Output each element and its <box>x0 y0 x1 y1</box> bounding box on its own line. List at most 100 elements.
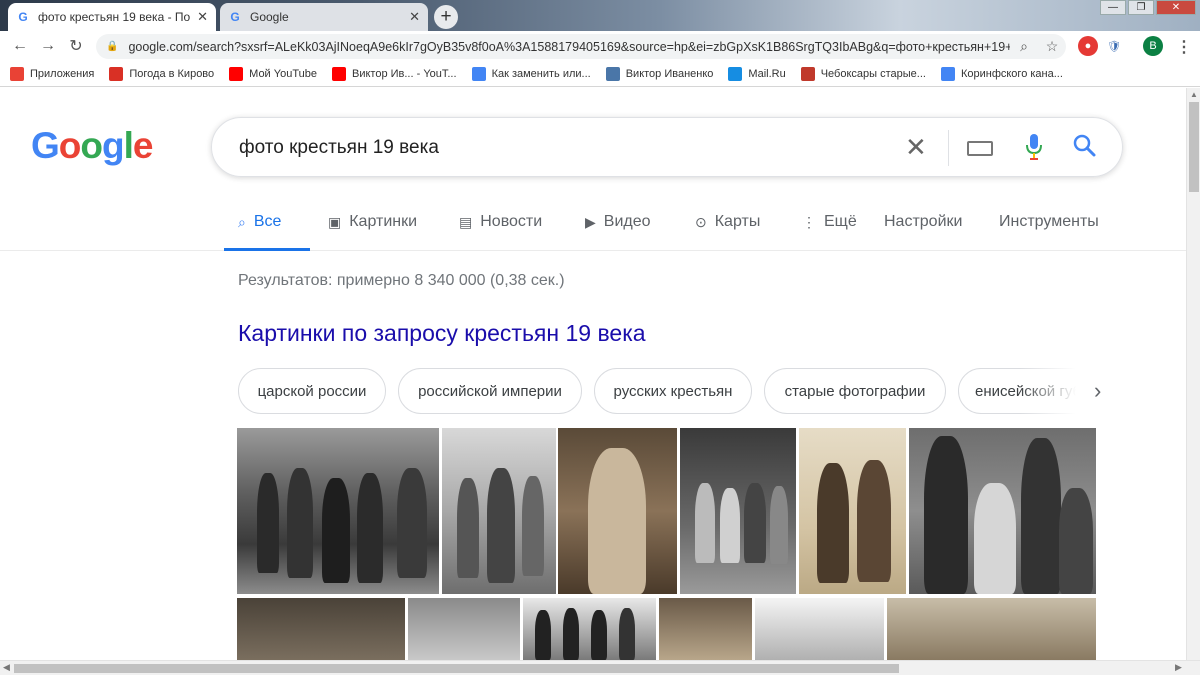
google-favicon-icon: G <box>230 10 240 24</box>
search-divider <box>948 130 949 166</box>
thermometer-icon <box>109 66 124 81</box>
image-thumbnail[interactable] <box>558 428 677 594</box>
tab-label: Все <box>253 213 282 230</box>
image-thumbnail[interactable] <box>909 428 1096 594</box>
profile-avatar[interactable]: B <box>1143 36 1163 56</box>
bookmark-item[interactable]: Погода в Кирово <box>109 66 215 81</box>
bookmark-item[interactable]: Мой YouTube <box>229 66 317 81</box>
bookmark-item[interactable]: Коринфского кана... <box>940 66 1063 81</box>
bookmarks-bar: Приложения Погода в Кирово Мой YouTube Викт… <box>0 61 1200 87</box>
tab-more[interactable]: ⋮ Ещё <box>802 213 857 231</box>
logo-letter: o <box>80 125 103 166</box>
search-tab-icon: ⌕ <box>238 213 246 230</box>
back-button[interactable]: ← <box>6 37 34 55</box>
lock-icon: 🔒 <box>106 41 119 52</box>
scroll-right-icon[interactable]: ▶ <box>1175 662 1182 673</box>
tab-close-icon[interactable]: ✕ <box>197 9 208 25</box>
microphone-icon[interactable] <box>1023 132 1045 162</box>
vertical-scrollbar[interactable]: ▲ <box>1186 88 1200 660</box>
tab-images[interactable]: ▣ Картинки <box>328 213 417 231</box>
image-thumbnail[interactable] <box>680 428 796 594</box>
google-icon <box>940 66 955 81</box>
logo-letter: g <box>102 125 125 166</box>
search-box[interactable]: фото крестьян 19 века ✕ <box>211 117 1123 177</box>
tab-maps[interactable]: ⊙ Карты <box>695 213 760 231</box>
bookmark-label: Виктор Ив... - YouT... <box>352 67 457 80</box>
keyboard-icon[interactable] <box>967 141 993 156</box>
tab-google[interactable]: G Google ✕ <box>220 3 428 31</box>
browser-menu-icon[interactable]: ⋮ <box>1176 37 1192 57</box>
result-stats: Результатов: примерно 8 340 000 (0,38 се… <box>238 272 565 289</box>
scrollbar-thumb[interactable] <box>1189 102 1199 192</box>
image-thumbnail[interactable] <box>237 598 405 660</box>
more-dots-icon: ⋮ <box>802 213 816 230</box>
clear-icon[interactable]: ✕ <box>905 132 927 163</box>
bookmark-star-icon[interactable]: ☆ <box>1038 38 1066 55</box>
google-icon <box>471 66 486 81</box>
image-thumbnail[interactable] <box>523 598 656 660</box>
image-thumbnail[interactable] <box>755 598 884 660</box>
logo-letter: e <box>132 125 154 166</box>
window-close-button[interactable]: ✕ <box>1156 0 1196 15</box>
window-controls: — ❐ ✕ <box>1100 0 1196 16</box>
tab-all[interactable]: ⌕ Все <box>238 213 281 231</box>
bookmark-item[interactable]: Виктор Ив... - YouT... <box>332 66 457 81</box>
scroll-up-icon[interactable]: ▲ <box>1190 90 1198 99</box>
bookmark-label: Виктор Иваненко <box>625 67 714 80</box>
bookmark-item[interactable]: Приложения <box>10 66 94 81</box>
scroll-left-icon[interactable]: ◀ <box>3 662 10 673</box>
tab-news[interactable]: ▤ Новости <box>459 213 542 231</box>
horizontal-scrollbar[interactable]: ◀ ▶ <box>0 660 1200 675</box>
images-heading-link[interactable]: Картинки по запросу крестьян 19 века <box>238 320 646 347</box>
chip[interactable]: старые фотографии <box>764 368 946 414</box>
tab-label: Видео <box>603 213 651 230</box>
bookmark-label: Чебоксары старые... <box>820 67 926 80</box>
image-thumbnail[interactable] <box>659 598 752 660</box>
browser-toolbar: ← → ↻ 🔒 google.com/search?sxsrf=ALeKk03A… <box>0 31 1200 61</box>
search-input[interactable]: фото крестьян 19 века <box>239 137 439 159</box>
image-thumbnail[interactable] <box>408 598 520 660</box>
chip[interactable]: российской империи <box>398 368 582 414</box>
bookmark-label: Погода в Кирово <box>129 67 215 80</box>
logo-letter: G <box>31 125 60 166</box>
image-thumbnail[interactable] <box>237 428 439 594</box>
tab-tools[interactable]: Инструменты <box>999 213 1099 231</box>
youtube-icon <box>332 66 346 81</box>
bookmark-item[interactable]: Чебоксары старые... <box>800 66 926 81</box>
reload-button[interactable]: ↻ <box>62 36 90 56</box>
bookmark-item[interactable]: Как заменить или... <box>471 66 591 81</box>
tab-title: фото крестьян 19 века - Поиск <box>38 10 191 24</box>
password-extension-icon[interactable]: 🛡 <box>1104 36 1124 56</box>
tab-settings[interactable]: Настройки <box>884 213 962 231</box>
tab-label: Настройки <box>884 213 963 230</box>
bookmark-label: Мой YouTube <box>249 67 317 80</box>
image-thumbnail[interactable] <box>799 428 906 594</box>
chip[interactable]: царской россии <box>238 368 386 414</box>
new-tab-button[interactable]: + <box>434 5 458 29</box>
zoom-icon[interactable]: ⌕ <box>1010 38 1038 55</box>
chip[interactable]: русских крестьян <box>594 368 752 414</box>
video-icon: ▶ <box>585 213 596 230</box>
address-bar[interactable]: 🔒 google.com/search?sxsrf=ALeKk03AjINoeq… <box>96 34 1066 59</box>
adblock-extension-icon[interactable]: ● <box>1078 36 1098 56</box>
restore-button[interactable]: ❐ <box>1128 0 1154 15</box>
youtube-icon <box>229 66 244 81</box>
chips-fade <box>1020 368 1090 414</box>
google-logo[interactable]: Google <box>31 125 154 167</box>
logo-letter: l <box>123 125 134 166</box>
scrollbar-thumb[interactable] <box>14 664 899 673</box>
image-thumbnail[interactable] <box>442 428 556 594</box>
tab-video[interactable]: ▶ Видео <box>585 213 651 231</box>
tab-search[interactable]: G фото крестьян 19 века - Поиск ✕ <box>8 3 216 31</box>
bookmark-label: Mail.Ru <box>748 67 786 80</box>
url-text: google.com/search?sxsrf=ALeKk03AjINoeqA9… <box>128 39 1010 54</box>
image-thumbnail[interactable] <box>887 598 1096 660</box>
chevron-right-icon[interactable]: › <box>1094 378 1101 404</box>
minimize-button[interactable]: — <box>1100 0 1126 15</box>
forward-button[interactable]: → <box>34 37 62 55</box>
search-icon[interactable] <box>1072 133 1098 159</box>
site-icon <box>800 66 815 81</box>
bookmark-item[interactable]: Mail.Ru <box>728 66 786 81</box>
bookmark-item[interactable]: Виктор Иваненко <box>605 66 714 81</box>
tab-close-icon[interactable]: ✕ <box>409 9 420 25</box>
